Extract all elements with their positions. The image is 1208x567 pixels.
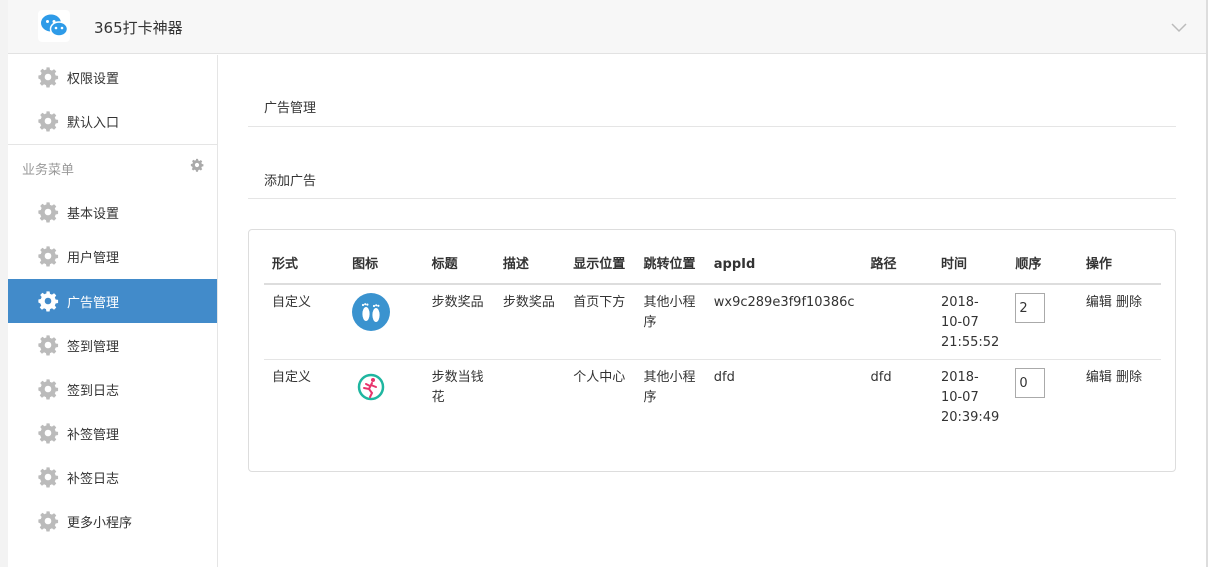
sidebar-item-label: 默认入口 [67,115,120,131]
sidebar-item-permissions[interactable]: 权限设置 [8,55,217,99]
sidebar-item-label: 补签日志 [67,471,120,487]
sidebar-item-basic-settings[interactable]: 基本设置 [8,190,217,234]
gear-icon [37,110,59,132]
col-header-path: 路径 [862,248,933,285]
cell-time: 2018-10-07 21:55:52 [932,284,1008,360]
add-ad-link[interactable]: 添加广告 [264,170,316,189]
sidebar-item-ad-management[interactable]: 广告管理 [8,279,217,323]
cell-actions: 编辑 删除 [1078,360,1161,435]
cell-desc: 步数奖品 [494,284,566,360]
cell-desc [495,360,565,435]
col-header-appid: appId [705,248,863,285]
gear-icon [37,245,59,267]
sidebar-item-label: 签到管理 [67,339,120,355]
delete-link[interactable]: 删除 [1116,295,1142,310]
footprints-icon [352,293,391,331]
gear-icon [37,466,59,488]
breadcrumb: 广告管理 [248,91,1176,127]
chevron-down-icon[interactable] [1170,18,1188,36]
ads-table: 形式 图标 标题 描述 显示位置 跳转位置 appId 路径 时间 顺序 操作 … [264,248,1161,434]
ads-panel: 形式 图标 标题 描述 显示位置 跳转位置 appId 路径 时间 顺序 操作 … [248,229,1176,472]
cell-position: 个人中心 [573,370,626,385]
sidebar: 权限设置 默认入口 业务菜单 基本设置 用户管理 广告管理 签到管理 签到日志 … [8,55,218,567]
cell-path: dfd [870,370,892,385]
sidebar-item-label: 签到日志 [67,383,120,399]
cell-form: 自定义 [264,284,345,360]
top-bar: 365打卡神器 [8,0,1206,54]
col-header-jump: 跳转位置 [635,248,706,285]
col-header-order: 顺序 [1007,248,1078,285]
sidebar-divider [8,144,217,145]
col-header-form: 形式 [264,248,345,285]
gear-icon [38,291,59,312]
cell-path [862,284,933,360]
cell-icon [344,360,424,435]
sidebar-item-default-entry[interactable]: 默认入口 [8,99,217,143]
gear-icon [37,334,59,356]
table-row: 自定义 步数奖品 步数奖品 首页下方 其他小程序 wx9c289e3f9f103… [264,284,1161,360]
cell-order [1007,360,1078,435]
sidebar-item-label: 用户管理 [67,250,120,266]
gear-icon[interactable] [190,158,204,172]
sidebar-item-label: 基本设置 [67,206,120,222]
gear-icon [37,510,59,532]
page-title: 广告管理 [264,101,317,116]
app-title: 365打卡神器 [94,19,183,37]
table-row: 自定义 步数当钱花 个人中心 其他小程序 dfd dfd 2018-10-07 … [264,360,1161,435]
order-input[interactable] [1015,293,1046,323]
sidebar-item-label: 补签管理 [67,427,120,443]
sidebar-item-checkin-log[interactable]: 签到日志 [8,367,217,411]
sidebar-item-more-miniprograms[interactable]: 更多小程序 [8,499,217,543]
cell-form: 自定义 [272,370,312,385]
col-header-position: 显示位置 [565,248,636,285]
gear-icon [37,201,59,223]
cell-title: 步数奖品 [423,284,495,360]
delete-link[interactable]: 删除 [1116,370,1142,385]
cell-jump: 其他小程序 [643,370,696,405]
order-input[interactable] [1015,368,1046,398]
cell-appid: wx9c289e3f9f10386c [705,284,863,360]
sidebar-item-label: 更多小程序 [67,515,133,531]
table-header-row: 形式 图标 标题 描述 显示位置 跳转位置 appId 路径 时间 顺序 操作 [264,248,1161,285]
wechat-logo-icon [38,10,70,42]
col-header-desc: 描述 [494,248,566,285]
cell-order [1007,284,1078,360]
sidebar-item-makeup-management[interactable]: 补签管理 [8,411,217,455]
sidebar-item-user-management[interactable]: 用户管理 [8,234,217,278]
sidebar-item-label: 广告管理 [67,295,120,311]
gear-icon [37,66,59,88]
sidebar-section-title: 业务菜单 [22,163,75,178]
cell-title: 步数当钱花 [431,370,484,405]
sidebar-item-makeup-log[interactable]: 补签日志 [8,455,217,499]
cell-appid: dfd [713,370,735,385]
col-header-icon: 图标 [344,248,424,285]
col-header-time: 时间 [932,248,1008,285]
cell-position: 首页下方 [565,284,636,360]
cell-icon [344,284,424,360]
runner-icon [357,373,385,401]
cell-jump: 其他小程序 [635,284,706,360]
col-header-actions: 操作 [1077,248,1161,285]
add-ad-bar: 添加广告 [248,163,1176,199]
edit-link[interactable]: 编辑 [1086,370,1112,385]
sidebar-item-checkin-management[interactable]: 签到管理 [8,323,217,367]
gear-icon [37,422,59,444]
col-header-title: 标题 [423,248,495,285]
gear-icon [37,378,59,400]
window-left-edge [0,0,8,567]
sidebar-item-label: 权限设置 [67,71,120,87]
cell-time: 2018-10-07 20:39:49 [940,370,1000,425]
edit-link[interactable]: 编辑 [1086,295,1112,310]
cell-actions: 编辑 删除 [1077,284,1161,360]
